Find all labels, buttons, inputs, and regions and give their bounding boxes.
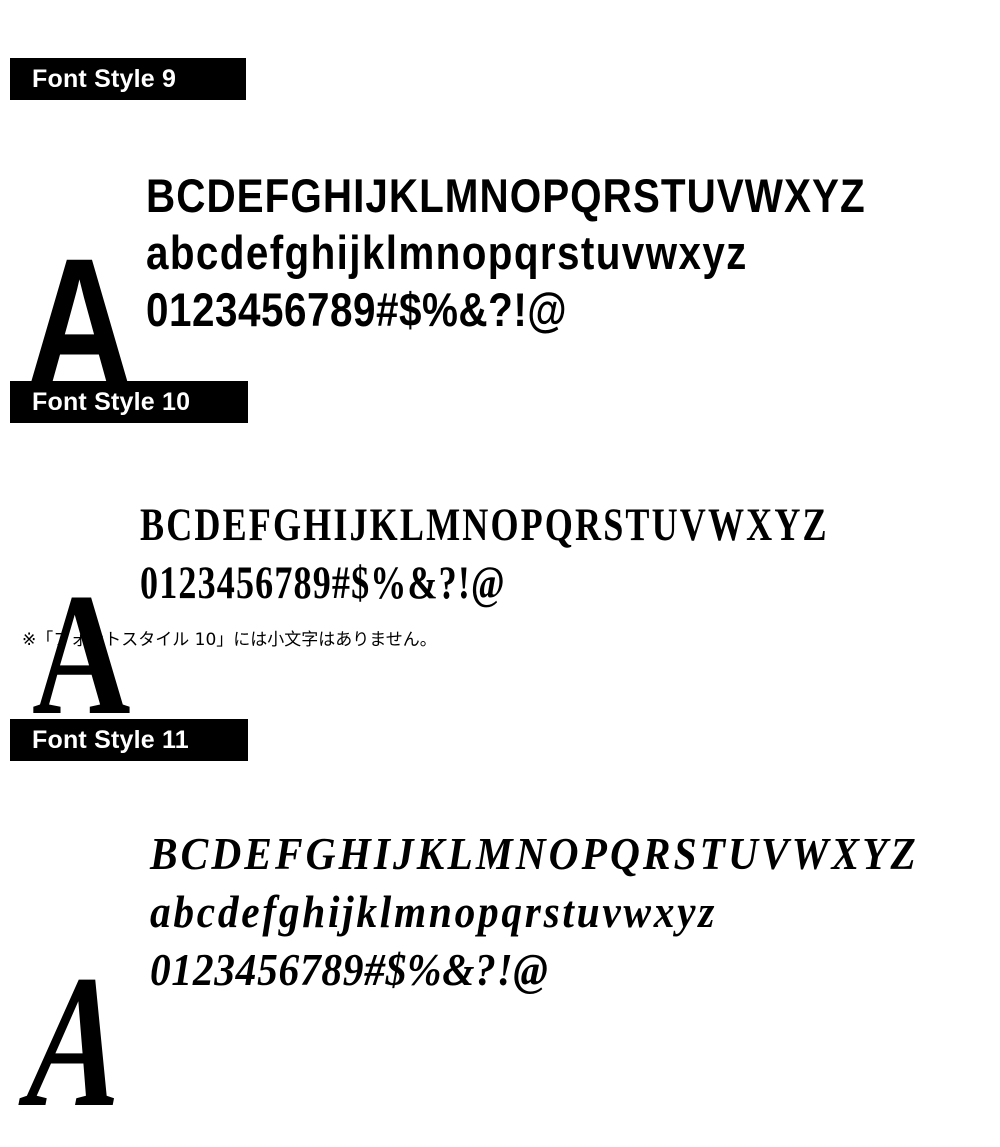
font-specimen-sheet: Font Style 9 A BCDEFGHIJKLMNOPQRSTUVWXYZ… xyxy=(0,0,1000,1147)
glyph-row-lowercase-11: abcdefghijklmnopqrstuvwxyz xyxy=(150,886,718,937)
glyph-rows-font-style-11: BCDEFGHIJKLMNOPQRSTUVWXYZ abcdefghijklmn… xyxy=(150,831,1000,993)
label-bar-font-style-9: Font Style 9 xyxy=(10,58,246,100)
glyph-row-uppercase-10: BCDEFGHIJKLMNOPQRSTUVWXYZ xyxy=(140,498,829,551)
glyph-row-lowercase-9: abcdefghijklmnopqrstuvwxyz xyxy=(146,226,748,279)
glyph-row-uppercase-9: BCDEFGHIJKLMNOPQRSTUVWXYZ xyxy=(146,169,866,222)
label-text-font-style-9: Font Style 9 xyxy=(32,64,177,93)
label-bar-font-style-10: Font Style 10 xyxy=(10,381,248,423)
glyph-row-digits-10: 0123456789#$%&?!@ xyxy=(140,556,506,609)
big-letter-font-style-10: A xyxy=(32,557,131,751)
big-letter-font-style-11: A xyxy=(23,937,129,1147)
glyph-rows-font-style-9: BCDEFGHIJKLMNOPQRSTUVWXYZ abcdefghijklmn… xyxy=(146,172,983,333)
glyph-row-uppercase-11: BCDEFGHIJKLMNOPQRSTUVWXYZ xyxy=(150,828,919,879)
label-text-font-style-10: Font Style 10 xyxy=(32,387,191,416)
label-text-font-style-11: Font Style 11 xyxy=(32,725,189,754)
label-bar-font-style-11: Font Style 11 xyxy=(10,719,248,761)
glyph-row-digits-9: 0123456789#$%&?!@ xyxy=(146,283,568,336)
glyph-rows-font-style-10: BCDEFGHIJKLMNOPQRSTUVWXYZ 0123456789#$%&… xyxy=(140,498,980,609)
note-no-lowercase-font-style-10: ※「フォントスタイル 10」には小文字はありません。 xyxy=(22,630,437,650)
glyph-row-digits-11: 0123456789#$%&?!@ xyxy=(150,944,549,995)
